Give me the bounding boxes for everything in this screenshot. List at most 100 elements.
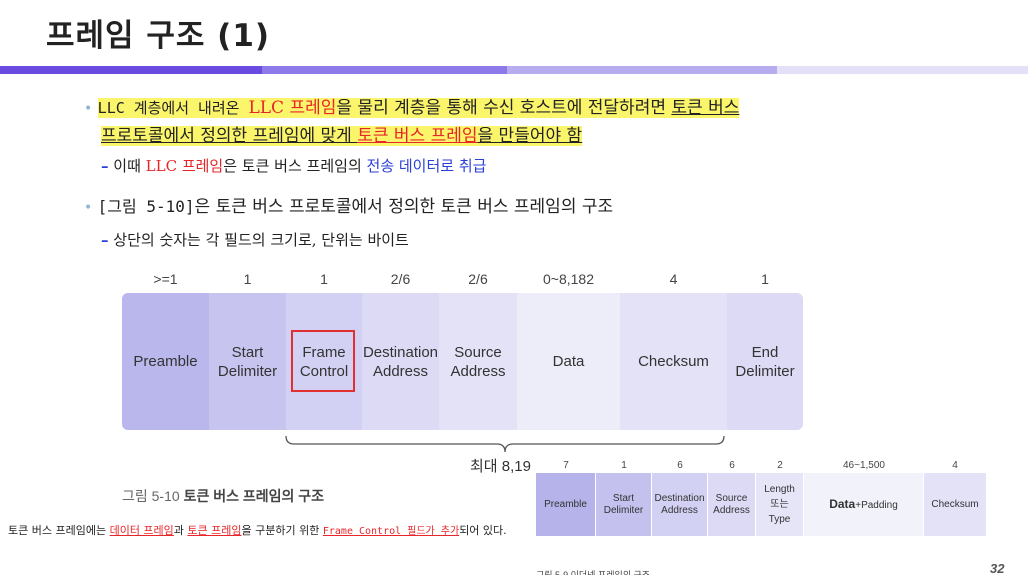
bullet-1-token-bus-frame: 토큰 버스 프레임 [357, 126, 478, 146]
frame2-field-length-type: Length 또는 Type [756, 473, 803, 536]
bullet-2: • [그림 5-10]은 토큰 버스 프로토콜에서 정의한 토큰 버스 프레임의… [84, 192, 613, 217]
bullet-1-protocol-text: 프로토콜에서 정의한 프레임에 맞게 [101, 126, 358, 146]
footnote-data-frame: 데이터 프레임 [109, 524, 174, 537]
sub-bullet-1-text-b: 은 토큰 버스 프레임의 [223, 157, 367, 175]
bullet-1-text-a: LLC 계층에서 내려온 [97, 99, 249, 117]
field-label-line: End [751, 343, 779, 361]
bullet-1-llc-frame: LLC 프레임 [248, 98, 337, 118]
sub-bullet-1-text-a: 이때 [113, 157, 146, 175]
sub-bullet-2-text: 상단의 숫자는 각 필드의 크기로, 단위는 바이트 [113, 231, 409, 249]
field-label-line: Length [764, 484, 795, 495]
frame2-size: 2 [777, 460, 783, 471]
frame2-field-source: Source Address [708, 473, 755, 536]
bullet-1-text-b: 을 물리 계층을 통해 수신 호스트에 전달하려면 [336, 98, 672, 118]
field-end-delimiter: End Delimiter [727, 293, 803, 430]
page-title: 프레임 구조 (1) [46, 18, 271, 54]
ethernet-figure-caption: 그림 5-9 이더넷 프레임의 구조 [536, 570, 651, 575]
field-label-line: Source [454, 343, 502, 361]
field-label-line: Source [715, 492, 748, 504]
bullet-dot: • [84, 101, 93, 117]
field-label-line: Start [231, 343, 264, 361]
title-bar-segment-2 [262, 66, 507, 74]
field-preamble: Preamble [122, 293, 209, 430]
size-end-delimiter: 1 [761, 271, 769, 287]
field-data: Data [517, 293, 620, 430]
max-size-label: 최대 8,19 [470, 458, 531, 475]
frame2-size: 7 [563, 460, 569, 471]
field-destination-address: Destination Address [362, 293, 439, 430]
figure-title: 토큰 버스 프레임의 구조 [183, 488, 325, 504]
sub-bullet-1-llc-frame: LLC 프레임 [145, 157, 224, 175]
field-preamble-label: Preamble [133, 353, 198, 370]
footnote-frame-control: Frame Control 필드가 추가 [322, 526, 460, 537]
field-label-line: Delimiter [603, 504, 644, 516]
frame2-field-destination: Destination Address [652, 473, 707, 536]
field-label-line: Delimiter [217, 362, 278, 380]
frame2-size: 6 [677, 460, 683, 471]
field-checksum: Checksum [620, 293, 727, 430]
footnote-token-frame: 토큰 프레임 [187, 524, 242, 537]
figure-number: 그림 5-10 [122, 488, 180, 504]
field-label-line: Checksum [931, 498, 979, 510]
field-label-line: Address [450, 362, 506, 380]
size-frame-control: 1 [320, 271, 328, 287]
title-bar-segment-3 [507, 66, 777, 74]
footnote-text: 되어 있다. [459, 524, 507, 537]
field-data-label: Data [552, 353, 585, 370]
bullet-2-text: 은 토큰 버스 프로토콜에서 정의한 토큰 버스 프레임의 구조 [194, 197, 614, 217]
sub-bullet-1-data-text: 전송 데이터로 취급 [366, 157, 487, 175]
frame2-field-checksum: Checksum [924, 473, 986, 536]
field-label-line: Address [372, 362, 428, 380]
field-start-delimiter: Start Delimiter [209, 293, 286, 430]
frame2-size: 6 [729, 460, 735, 471]
field-label-line: Address [713, 504, 750, 516]
field-label-line: Destination [362, 343, 439, 361]
size-preamble: >=1 [153, 271, 178, 287]
frame2-size: 4 [952, 460, 958, 471]
frame-control-highlight-box [291, 330, 355, 392]
frame2-field-start-delimiter: Start Delimiter [596, 473, 651, 536]
field-label-line: Type [768, 514, 791, 525]
frame2-size: 1 [621, 460, 627, 471]
size-checksum: 4 [669, 271, 678, 287]
figure-caption: 그림 5-10 토큰 버스 프레임의 구조 [122, 486, 324, 506]
bullet-2-figure-ref: [그림 5-10] [97, 197, 195, 216]
field-label-line: Delimiter [735, 362, 795, 380]
sub-bullet-2: – 상단의 숫자는 각 필드의 크기로, 단위는 바이트 [101, 229, 409, 250]
bullet-1-line-1: • LLC 계층에서 내려온 LLC 프레임을 물리 계층을 통해 수신 호스트… [84, 93, 740, 118]
footnote: 토큰 버스 프레임에는 데이터 프레임과 토큰 프레임을 구분하기 위한 Fra… [8, 522, 507, 538]
frame2-field-preamble: Preamble [536, 473, 595, 536]
size-destination-address: 2/6 [390, 271, 411, 287]
dash: – [101, 231, 109, 249]
field-checksum-label: Checksum [638, 353, 709, 370]
title-bar-segment-1 [0, 66, 262, 74]
footnote-text: 과 [173, 524, 188, 537]
footnote-text: 을 구분하기 위한 [241, 524, 323, 537]
frame2-field-data: Data+Padding [804, 473, 923, 536]
title-underline-bar [0, 66, 1028, 74]
frame2-size: 46~1,500 [843, 460, 885, 471]
field-label-line: Destination [654, 492, 705, 504]
field-label-line: +Padding [855, 499, 898, 511]
brace-icon [285, 435, 725, 453]
field-label-line: Start [612, 492, 635, 504]
sub-bullet-1: – 이때 LLC 프레임은 토큰 버스 프레임의 전송 데이터로 취급 [101, 155, 486, 176]
ethernet-frame-diagram: Preamble Start Delimiter Destination Addre… [536, 473, 986, 536]
token-bus-frame-diagram: Preamble Start Delimiter Frame Control Des… [122, 293, 803, 430]
field-label-line: 또는 [770, 499, 789, 510]
size-source-address: 2/6 [468, 271, 488, 287]
dash: – [101, 157, 109, 175]
bullet-1-line-2: 프로토콜에서 정의한 프레임에 맞게 토큰 버스 프레임을 만들어야 함 [101, 121, 583, 146]
field-label-line: Address [661, 504, 698, 516]
bullet-1-end-text: 을 만들어야 함 [477, 126, 583, 146]
footnote-text: 토큰 버스 프레임에는 [8, 524, 110, 537]
size-start-delimiter: 1 [243, 271, 252, 287]
size-data: 0~8,182 [543, 271, 594, 287]
page-number: 32 [990, 561, 1005, 576]
bullet-dot: • [84, 200, 93, 216]
field-label-line: Preamble [544, 498, 587, 510]
field-label-line: Data [829, 496, 856, 511]
field-source-address: Source Address [439, 293, 517, 430]
bullet-1-token-bus: 토큰 버스 [671, 98, 740, 118]
title-bar-segment-4 [777, 66, 1028, 74]
